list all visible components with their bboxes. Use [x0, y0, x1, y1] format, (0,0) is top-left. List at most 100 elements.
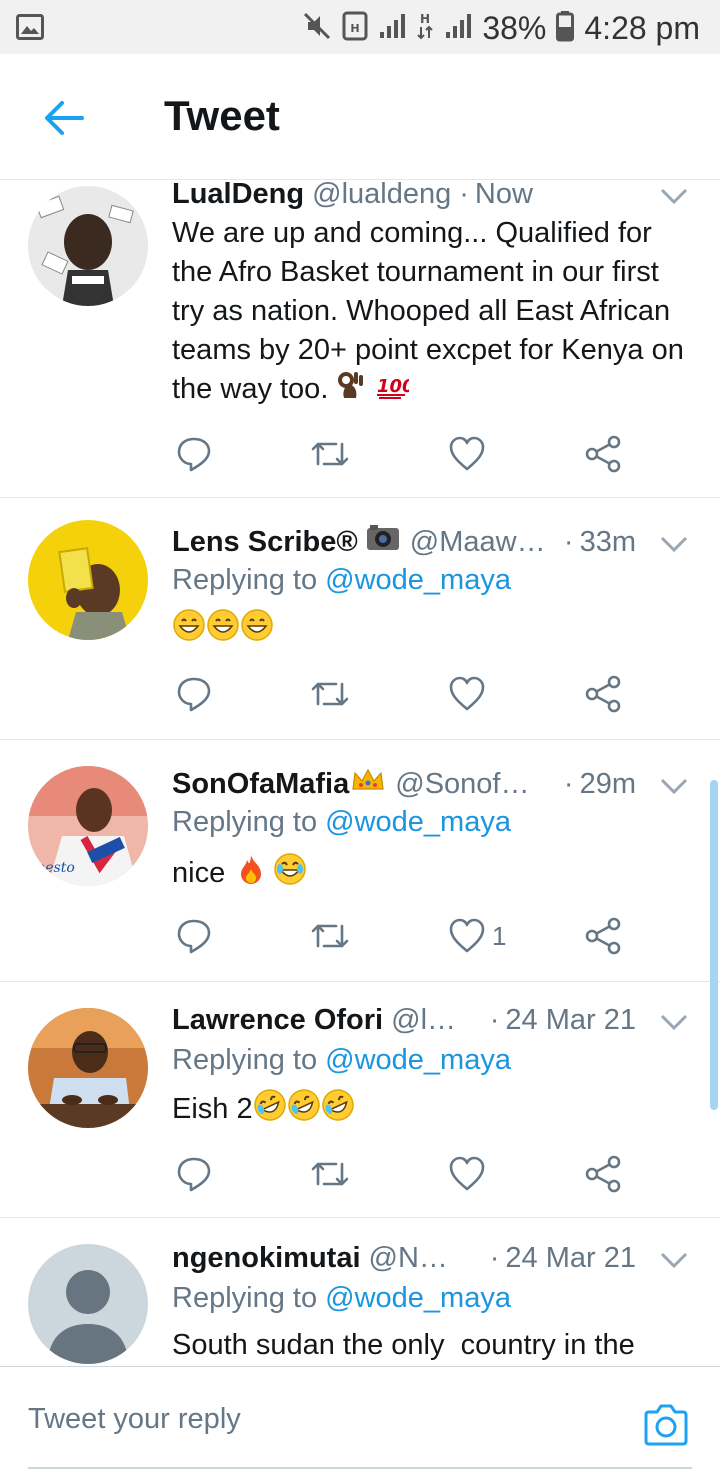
fire-emoji — [237, 853, 265, 896]
data-arrows-icon: H — [416, 11, 434, 46]
author-name[interactable]: ngenokimutai — [172, 1242, 361, 1275]
scrollbar[interactable] — [710, 780, 718, 1110]
replying-to: Replying to @wode_maya — [172, 806, 511, 839]
tweet-text: nice — [172, 857, 226, 890]
tweet-feed[interactable]: LualDeng @lualdeng · Now We are up and c… — [0, 180, 720, 1366]
author-handle[interactable]: @Sonofa... — [395, 768, 540, 801]
camera-button[interactable] — [642, 1403, 690, 1447]
tweet-item[interactable]: LualDeng @lualdeng · Now We are up and c… — [0, 180, 720, 498]
reply-icon — [177, 1157, 211, 1192]
timestamp: 24 Mar 21 — [505, 1241, 636, 1274]
grinning-emoji — [206, 608, 240, 653]
svg-text:mesto: mesto — [32, 860, 75, 876]
author-handle[interactable]: @Maawe... — [410, 526, 550, 559]
tweet-item[interactable]: Lens Scribe® @Maawe... · 33m Replying to… — [0, 498, 720, 740]
status-bar: H H 38% 4:28 pm — [0, 0, 720, 54]
retweet-button[interactable] — [310, 432, 350, 476]
tweet-item[interactable]: ngenokimutai @Nge... · 24 Mar 21 Replyin… — [0, 1218, 720, 1366]
battery-icon — [556, 10, 575, 47]
share-icon — [585, 435, 621, 473]
back-button[interactable] — [40, 94, 88, 142]
tweet-actions: 1 — [172, 914, 652, 958]
joy-emoji — [273, 852, 307, 897]
camera-icon — [644, 1404, 688, 1446]
chevron-down-icon[interactable] — [658, 770, 690, 802]
chevron-down-icon[interactable] — [658, 180, 690, 212]
share-button[interactable] — [584, 432, 622, 476]
heart-icon — [449, 436, 485, 471]
default-avatar-icon — [28, 1244, 148, 1364]
retweet-button[interactable] — [310, 672, 350, 716]
reply-icon — [177, 437, 211, 472]
timestamp: 33m — [579, 525, 636, 558]
avatar[interactable] — [28, 1008, 148, 1128]
avatar[interactable] — [28, 186, 148, 306]
svg-text:100: 100 — [377, 376, 409, 397]
author-handle[interactable]: @Nge... — [369, 1242, 460, 1275]
replying-to: Replying to @wode_maya — [172, 1044, 511, 1077]
mention-link[interactable]: @wode_maya — [325, 1282, 511, 1314]
separator-dot: · — [459, 180, 469, 210]
gallery-icon — [16, 14, 44, 45]
tweet-actions — [172, 1152, 652, 1196]
author-name[interactable]: LualDeng — [172, 180, 304, 211]
signal-icon — [378, 12, 406, 45]
camera-emoji — [366, 524, 400, 560]
avatar[interactable]: mesto — [28, 766, 148, 886]
reply-button[interactable] — [176, 914, 212, 958]
reply-button[interactable] — [176, 1152, 212, 1196]
separator-dot: · — [489, 1003, 500, 1036]
signal-icon — [444, 12, 472, 45]
reply-button[interactable] — [176, 432, 212, 476]
tweet-body: We are up and coming... Qualified for th… — [172, 214, 696, 411]
author-name[interactable]: SonOfaMafia — [172, 768, 349, 801]
replying-to: Replying to @wode_maya — [172, 564, 511, 597]
heart-icon — [449, 918, 485, 953]
share-icon — [585, 1155, 621, 1193]
avatar[interactable] — [28, 1244, 148, 1364]
avatar[interactable] — [28, 520, 148, 640]
separator-dot: · — [563, 525, 574, 558]
tweet-text: We are up and coming... Qualified for th… — [172, 217, 684, 406]
arrow-left-icon — [45, 101, 84, 135]
author-name[interactable]: Lawrence Ofori — [172, 1004, 383, 1037]
share-button[interactable] — [584, 672, 622, 716]
like-count: 1 — [492, 920, 507, 951]
share-button[interactable] — [584, 914, 622, 958]
tweet-text: South sudan the only country in the — [172, 1329, 635, 1361]
tweet-item[interactable]: Lawrence Ofori @la... · 24 Mar 21 Replyi… — [0, 982, 720, 1218]
reply-icon — [177, 919, 211, 954]
like-button[interactable] — [448, 432, 492, 476]
like-button[interactable] — [448, 672, 492, 716]
author-name[interactable]: Lens Scribe® — [172, 526, 358, 559]
like-button[interactable]: 1 — [448, 914, 506, 958]
mute-icon — [302, 11, 332, 46]
heart-icon — [449, 1156, 485, 1191]
replying-to-label: Replying to — [172, 806, 318, 838]
reply-button[interactable] — [176, 672, 212, 716]
chevron-down-icon[interactable] — [658, 1006, 690, 1038]
author-handle[interactable]: @lualdeng — [312, 180, 451, 211]
composer-divider — [28, 1467, 692, 1469]
reply-input[interactable]: Tweet your reply — [28, 1403, 588, 1447]
app-header: Tweet — [0, 54, 720, 180]
retweet-button[interactable] — [310, 1152, 350, 1196]
svg-text:H: H — [351, 22, 360, 35]
replying-to: Replying to @wode_maya — [172, 1282, 511, 1315]
tweet-body: Eish 2 — [172, 1088, 696, 1133]
reply-icon — [177, 677, 211, 712]
mention-link[interactable]: @wode_maya — [325, 806, 511, 838]
retweet-icon — [311, 924, 349, 948]
rofl-emoji — [253, 1088, 287, 1133]
share-icon — [585, 675, 621, 713]
mention-link[interactable]: @wode_maya — [325, 1044, 511, 1076]
author-handle[interactable]: @la... — [391, 1004, 460, 1037]
page-title: Tweet — [164, 92, 280, 139]
chevron-down-icon[interactable] — [658, 528, 690, 560]
share-button[interactable] — [584, 1152, 622, 1196]
chevron-down-icon[interactable] — [658, 1244, 690, 1276]
like-button[interactable] — [448, 1152, 492, 1196]
retweet-button[interactable] — [310, 914, 350, 958]
mention-link[interactable]: @wode_maya — [325, 564, 511, 596]
tweet-item[interactable]: mesto SonOfaMafia @Sonofa... · 29m Reply… — [0, 740, 720, 982]
